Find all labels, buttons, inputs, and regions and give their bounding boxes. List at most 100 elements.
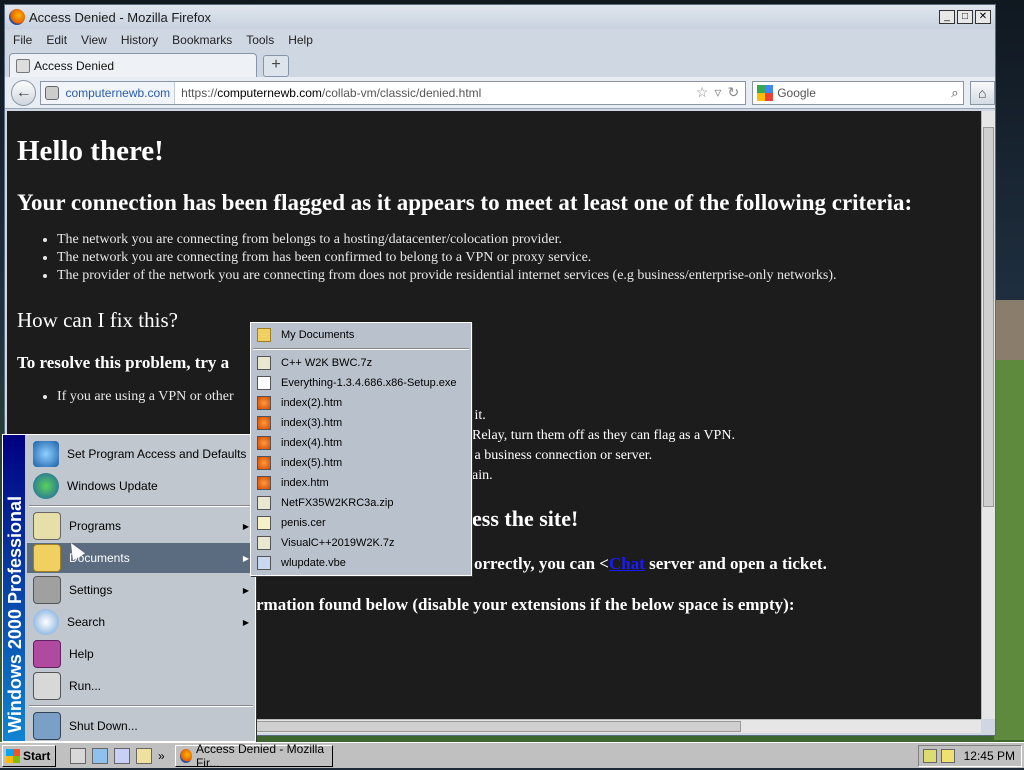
list-item[interactable]: index.htm xyxy=(251,473,471,493)
file-name: C++ W2K BWC.7z xyxy=(281,357,373,369)
vertical-scrollbar[interactable] xyxy=(981,111,995,719)
list-item: The network you are connecting from has … xyxy=(57,250,981,266)
shut-down-icon xyxy=(33,712,61,740)
html-icon xyxy=(257,396,271,410)
menu-item-label: Shut Down... xyxy=(69,719,138,733)
url-bar[interactable]: computernewb.com https://computernewb.co… xyxy=(40,80,747,105)
settings-icon xyxy=(33,576,61,604)
criteria-list: The network you are connecting from belo… xyxy=(7,232,981,284)
network-icon[interactable] xyxy=(923,748,937,763)
clock[interactable]: 12:45 PM xyxy=(964,749,1015,763)
home-button[interactable]: ⌂ xyxy=(969,80,995,105)
menu-item-shut-down[interactable]: Shut Down... xyxy=(27,711,255,741)
list-item[interactable]: index(5).htm xyxy=(251,453,471,473)
menu-item-label: Help xyxy=(69,647,94,661)
menu-history[interactable]: History xyxy=(121,33,158,47)
list-item[interactable]: C++ W2K BWC.7z xyxy=(251,353,471,373)
menu-tools[interactable]: Tools xyxy=(246,33,274,47)
archive-icon xyxy=(257,496,271,510)
archive-icon xyxy=(257,356,271,370)
menu-item-label: Settings xyxy=(69,583,113,597)
menu-separator xyxy=(29,705,253,707)
submenu-arrow-icon: ▶ xyxy=(242,521,249,531)
start-menu: Windows 2000 Professional Set Program Ac… xyxy=(2,434,256,742)
minimize-button[interactable]: _ xyxy=(939,10,955,24)
run-icon xyxy=(33,672,61,700)
list-item[interactable]: index(3).htm xyxy=(251,413,471,433)
menu-item-label: Set Program Access and Defaults xyxy=(67,447,247,461)
menu-item-run[interactable]: Run... xyxy=(27,671,255,701)
search-input[interactable]: Google xyxy=(777,86,951,100)
maximize-button[interactable]: □ xyxy=(957,10,973,24)
volume-icon[interactable] xyxy=(941,748,955,763)
menu-item-search[interactable]: Search ▶ xyxy=(27,607,255,637)
file-name: index(3).htm xyxy=(281,417,343,429)
tab-label: Access Denied xyxy=(34,58,115,73)
bookmark-star-icon[interactable]: ☆ xyxy=(696,84,709,101)
file-name: index(2).htm xyxy=(281,397,343,409)
search-icon[interactable]: ⌕ xyxy=(951,85,958,101)
menu-help[interactable]: Help xyxy=(288,33,313,47)
submenu-arrow-icon: ▶ xyxy=(242,585,249,595)
help-book-icon xyxy=(33,640,61,668)
chat-link[interactable]: Chat xyxy=(609,554,645,573)
search-bar[interactable]: Google ⌕ xyxy=(752,80,964,105)
ticket-post: server and open a ticket. xyxy=(644,554,827,573)
menu-item-programs[interactable]: Programs ▶ xyxy=(27,511,255,541)
site-identity-button[interactable]: computernewb.com xyxy=(41,81,176,104)
list-item[interactable]: Everything-1.3.4.686.x86-Setup.exe xyxy=(251,373,471,393)
taskbar-button-firefox[interactable]: Access Denied - Mozilla Fir... xyxy=(174,742,333,770)
quick-launch-more-icon[interactable]: » xyxy=(158,749,165,763)
tab-access-denied[interactable]: Access Denied xyxy=(9,53,257,77)
new-tab-button[interactable]: + xyxy=(263,55,289,77)
fix-item-fragment: g a business connection or server. xyxy=(464,448,653,463)
dropdown-arrow-icon[interactable]: ▿ xyxy=(714,84,721,101)
submenu-arrow-icon: ▶ xyxy=(242,553,249,563)
file-name: index(4).htm xyxy=(281,437,343,449)
list-item[interactable]: VisualC++2019W2K.7z xyxy=(251,533,471,553)
url-text[interactable]: https://computernewb.com/collab-vm/class… xyxy=(175,86,696,100)
menu-view[interactable]: View xyxy=(81,33,107,47)
scroll-thumb[interactable] xyxy=(983,127,994,507)
fix-list: If you are using a VPN or other xyxy=(7,389,981,405)
html-icon xyxy=(257,456,271,470)
menu-item-label: Search xyxy=(67,615,106,629)
menu-item-help[interactable]: Help xyxy=(27,639,255,669)
firefox-icon xyxy=(9,9,25,25)
close-button[interactable]: ✕ xyxy=(975,10,991,24)
folder-icon xyxy=(257,328,271,342)
internet-explorer-icon[interactable] xyxy=(92,747,108,764)
identity-label: computernewb.com xyxy=(65,85,171,100)
file-name: index.htm xyxy=(281,477,329,489)
window-title: Access Denied - Mozilla Firefox xyxy=(29,9,212,25)
list-item[interactable]: wlupdate.vbe xyxy=(251,553,471,573)
start-button[interactable]: Start xyxy=(2,744,56,767)
menu-item-documents[interactable]: Documents ▶ xyxy=(27,543,255,573)
html-icon xyxy=(257,416,271,430)
file-name: penis.cer xyxy=(281,517,326,529)
my-documents-item[interactable]: My Documents xyxy=(251,325,471,345)
list-item[interactable]: index(4).htm xyxy=(251,433,471,453)
program-access-icon xyxy=(33,441,59,467)
reload-icon[interactable]: ↻ xyxy=(727,84,739,101)
menu-edit[interactable]: Edit xyxy=(46,33,67,47)
quick-launch xyxy=(70,747,152,764)
menu-separator xyxy=(253,348,469,350)
programs-icon xyxy=(33,512,61,540)
menu-item-windows-update[interactable]: Windows Update xyxy=(27,471,255,501)
list-item[interactable]: penis.cer xyxy=(251,513,471,533)
explorer-icon[interactable] xyxy=(136,747,152,764)
outlook-express-icon[interactable] xyxy=(114,747,130,764)
list-item[interactable]: NetFX35W2KRC3a.zip xyxy=(251,493,471,513)
menu-file[interactable]: File xyxy=(13,33,32,47)
my-documents-label: My Documents xyxy=(281,329,355,341)
list-item[interactable]: index(2).htm xyxy=(251,393,471,413)
show-desktop-icon[interactable] xyxy=(70,747,86,764)
url-path: /collab-vm/classic/denied.html xyxy=(321,85,482,100)
google-icon[interactable] xyxy=(757,84,774,101)
menu-item-settings[interactable]: Settings ▶ xyxy=(27,575,255,605)
system-tray: 12:45 PM xyxy=(918,744,1022,767)
menu-item-program-access[interactable]: Set Program Access and Defaults xyxy=(27,439,255,469)
back-button[interactable]: ← xyxy=(11,79,37,106)
menu-bookmarks[interactable]: Bookmarks xyxy=(172,33,232,47)
